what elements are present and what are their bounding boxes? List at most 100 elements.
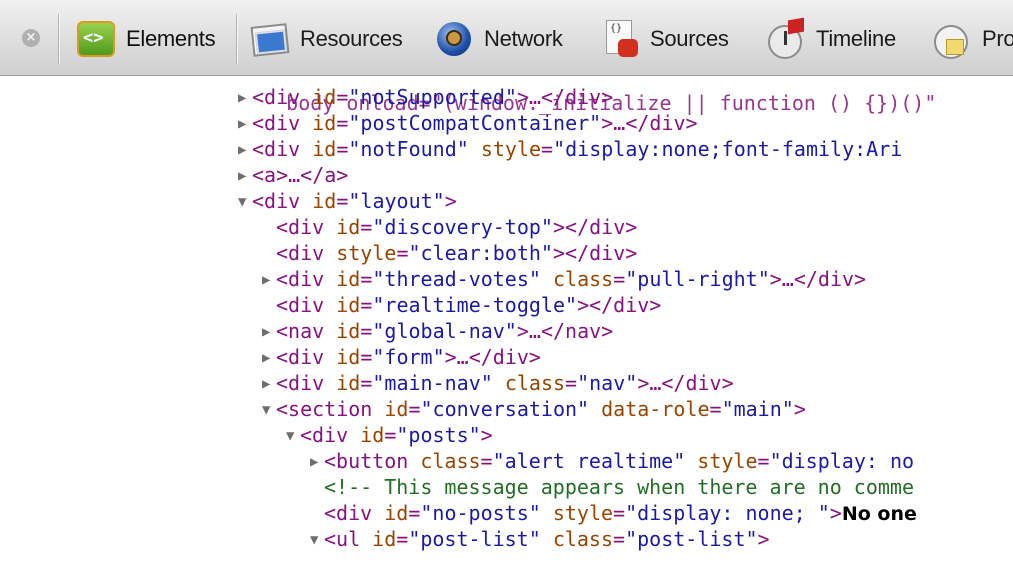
code-token: =: [396, 241, 409, 265]
dom-node[interactable]: ▶ <div id="notFound" style="display:none;…: [238, 136, 902, 162]
disclosure-expanded-icon[interactable]: ▼: [310, 527, 324, 553]
code-token: "display:none;font-family:Ari: [553, 137, 903, 161]
code-token: "post-list": [408, 527, 541, 551]
disclosure-collapsed-icon[interactable]: ▶: [262, 267, 276, 293]
tab-network-label: Network: [484, 26, 563, 51]
disclosure-collapsed-icon[interactable]: ▶: [238, 85, 252, 111]
code-token: =: [360, 319, 373, 343]
tab-elements[interactable]: <> Elements: [74, 10, 216, 68]
code-token: >: [829, 501, 842, 525]
disclosure-collapsed-icon[interactable]: ▶: [262, 345, 276, 371]
dom-node[interactable]: ▼ <ul id="post-list" class="post-list">: [310, 526, 770, 552]
dom-node[interactable]: <div id="no-posts" style="display: none;…: [310, 500, 917, 526]
tab-resources[interactable]: Resources: [248, 10, 403, 68]
tab-profiles-label: Pro: [982, 26, 1013, 51]
code-token: "form": [372, 345, 445, 369]
code-token: =: [757, 449, 770, 473]
code-token: "nav": [577, 371, 638, 395]
close-icon[interactable]: ×: [22, 29, 40, 47]
dom-node[interactable]: <div id="discovery-top"></div>: [262, 214, 637, 240]
code-token: =: [709, 397, 722, 421]
code-token: =: [336, 111, 349, 135]
code-token: =: [336, 189, 349, 213]
dom-node[interactable]: <!-- This message appears when there are…: [310, 474, 914, 500]
code-token: id: [312, 85, 337, 109]
code-token: <a>…</a>: [252, 163, 349, 187]
code-token: ></div>: [552, 215, 638, 239]
disclosure-expanded-icon[interactable]: ▼: [238, 189, 252, 215]
tab-resources-label: Resources: [300, 26, 403, 51]
code-token: "main": [721, 397, 794, 421]
code-token: =: [396, 527, 409, 551]
disclosure-collapsed-icon[interactable]: ▶: [262, 319, 276, 345]
sources-icon: {}: [598, 17, 642, 61]
code-token: <div: [276, 267, 337, 291]
dom-node[interactable]: <div style="clear:both"></div>: [262, 240, 637, 266]
dom-node[interactable]: ▶ <div id="postCompatContainer">…</div>: [238, 110, 698, 136]
code-token: <div: [300, 423, 361, 447]
code-token: style: [697, 449, 758, 473]
code-token: <div: [276, 293, 337, 317]
code-token: "discovery-top": [372, 215, 553, 239]
dom-node[interactable]: ▶ <a>…</a>: [238, 162, 348, 188]
dom-node[interactable]: ▶ <div id="form">…</div>: [262, 344, 541, 370]
code-token: "layout": [348, 189, 445, 213]
dom-node[interactable]: ▶ <div id="thread-votes" class="pull-righ…: [262, 266, 866, 292]
code-token: "conversation": [420, 397, 590, 421]
code-token: id: [384, 397, 409, 421]
dom-node[interactable]: ▼ <section id="conversation" data-role="m…: [262, 396, 806, 422]
code-token: "global-nav": [372, 319, 517, 343]
code-token: >…</div>: [637, 371, 734, 395]
code-token: id: [336, 215, 361, 239]
disclosure-collapsed-icon[interactable]: ▶: [262, 371, 276, 397]
dom-node[interactable]: ▶ <div id="notSupported">…</div>: [238, 84, 613, 110]
disclosure-collapsed-icon[interactable]: ▶: [310, 449, 324, 475]
code-token: <div: [276, 215, 337, 239]
code-token: <div: [252, 111, 313, 135]
disclosure-expanded-icon[interactable]: ▼: [262, 397, 276, 423]
resources-icon: [248, 17, 292, 61]
code-token: >…</nav>: [516, 319, 614, 343]
code-token: style: [336, 241, 397, 265]
dom-node[interactable]: ▼ <div id="posts">: [286, 422, 493, 448]
code-token: "notFound": [348, 137, 469, 161]
code-token: "main-nav": [372, 371, 493, 395]
code-token: >: [793, 397, 806, 421]
tab-network[interactable]: Network: [432, 10, 563, 68]
tab-profiles[interactable]: Pro: [930, 10, 1013, 68]
dom-node[interactable]: ▶ <button class="alert realtime" style="d…: [310, 448, 914, 474]
code-token: <!-- This message appears when there are…: [324, 475, 915, 499]
code-token: <button: [324, 449, 421, 473]
code-token: =: [360, 293, 373, 317]
tab-elements-label: Elements: [126, 26, 216, 51]
disclosure-expanded-icon[interactable]: ▼: [286, 423, 300, 449]
code-token: <div: [252, 137, 313, 161]
code-token: >: [444, 189, 457, 213]
code-token: "display: none; ": [625, 501, 830, 525]
profiles-icon: [930, 17, 974, 61]
code-token: =: [408, 501, 421, 525]
dom-node[interactable]: ▼ <div id="layout">: [238, 188, 457, 214]
code-token: id: [360, 423, 385, 447]
code-token: =: [613, 501, 626, 525]
disclosure-collapsed-icon[interactable]: ▶: [238, 163, 252, 189]
code-token: id: [384, 501, 409, 525]
toolbar-separator: [236, 14, 237, 64]
code-token: "realtime-toggle": [372, 293, 578, 317]
devtools-toolbar: × <> Elements Resources Network {} Sourc…: [0, 0, 1013, 76]
dom-node[interactable]: ▶ <nav id="global-nav">…</nav>: [262, 318, 613, 344]
dom-node[interactable]: ▶ <div id="main-nav" class="nav">…</div>: [262, 370, 734, 396]
dom-node[interactable]: <div id="realtime-toggle"></div>: [262, 292, 661, 318]
disclosure-collapsed-icon[interactable]: ▶: [238, 137, 252, 163]
tab-sources[interactable]: {} Sources: [598, 10, 729, 68]
tab-timeline[interactable]: Timeline: [764, 10, 896, 68]
code-token: <ul: [324, 527, 373, 551]
disclosure-collapsed-icon[interactable]: ▶: [238, 111, 252, 137]
code-token: =: [480, 449, 493, 473]
code-token: style: [480, 137, 542, 161]
code-token: >…</div>: [516, 85, 614, 109]
